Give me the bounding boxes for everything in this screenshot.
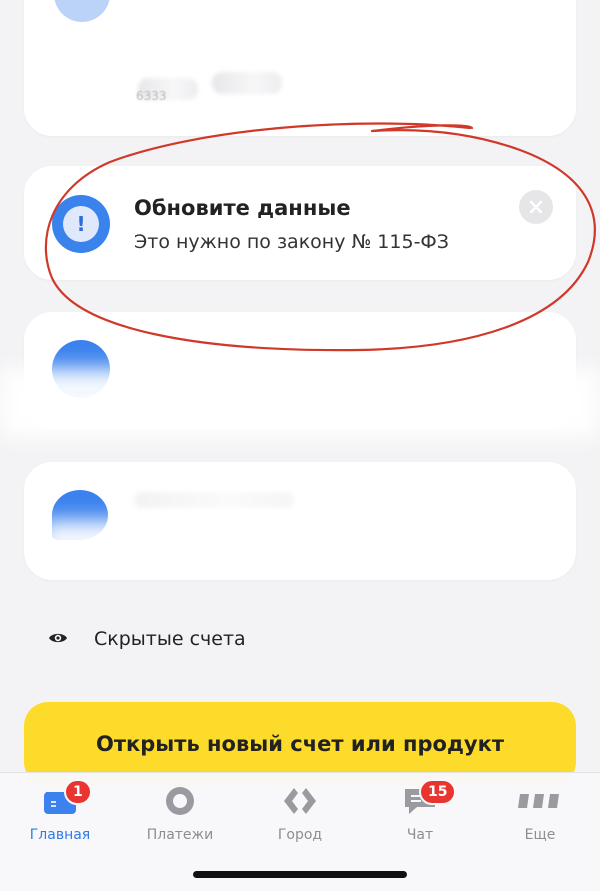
tab-label: Город — [277, 827, 323, 843]
masked-card-number: 6333 — [136, 89, 167, 103]
chat-badge: 15 — [419, 779, 457, 805]
tab-chat[interactable]: 15 Чат — [360, 773, 480, 853]
hidden-accounts-row[interactable]: Скрытые счета — [48, 628, 246, 650]
hidden-accounts-label: Скрытые счета — [94, 628, 246, 650]
home-indicator — [193, 871, 407, 878]
city-diamond-icon — [281, 785, 319, 821]
blurred-card-thumb — [212, 72, 282, 94]
more-icon — [517, 791, 563, 815]
payments-circle-icon — [164, 785, 196, 821]
tab-label: Чат — [406, 827, 434, 843]
tab-label: Главная — [29, 827, 91, 843]
blurred-account-text — [134, 492, 294, 508]
warning-icon: ! — [52, 195, 110, 253]
notice-subtitle: Это нужно по закону № 115-ФЗ — [134, 231, 449, 253]
close-icon[interactable] — [519, 190, 553, 224]
eye-icon — [48, 630, 68, 649]
notice-title: Обновите данные — [134, 196, 351, 220]
tab-more[interactable]: Еще — [480, 773, 600, 853]
home-badge: 1 — [64, 779, 92, 805]
blur-overlay — [0, 368, 600, 438]
tab-label: Платежи — [146, 827, 214, 843]
tab-payments[interactable]: Платежи — [120, 773, 240, 853]
tab-city[interactable]: Город — [240, 773, 360, 853]
blur-overlay — [40, 520, 340, 560]
account-card-top[interactable] — [24, 0, 576, 136]
tab-label: Еще — [524, 827, 556, 843]
tab-home[interactable]: 1 Главная — [0, 773, 120, 853]
